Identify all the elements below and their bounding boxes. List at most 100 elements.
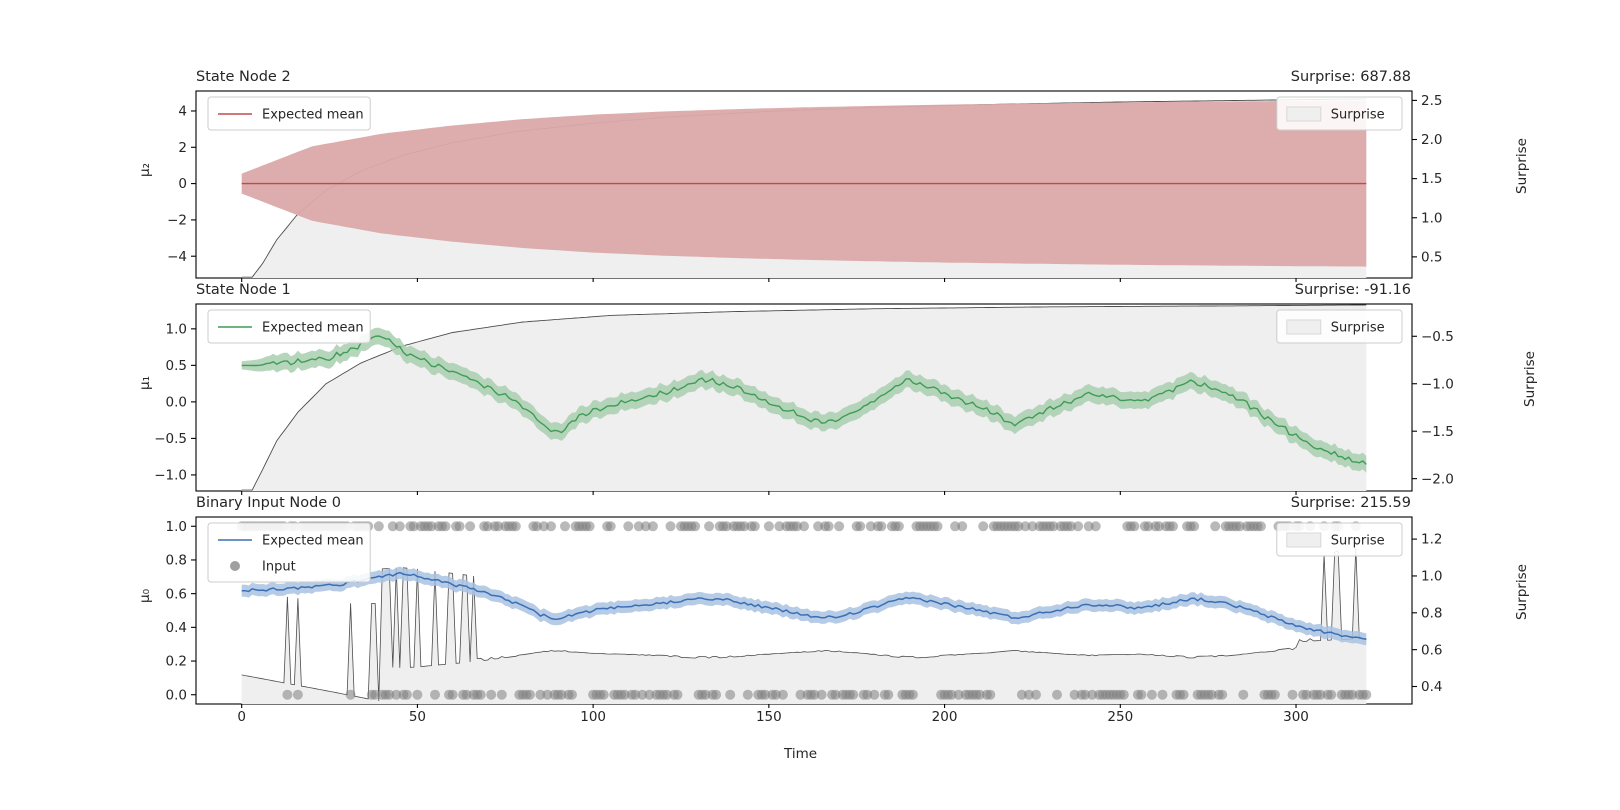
- input-point: [749, 521, 760, 532]
- input-point: [496, 689, 507, 700]
- input-point: [907, 689, 918, 700]
- y-tick-label: 1.0: [166, 321, 187, 337]
- y-tick-label-right: −1.5: [1421, 424, 1454, 440]
- panel-state-node-1: State Node 1 Surprise: -91.16 μ₁ Surpris…: [137, 282, 1538, 498]
- input-point: [584, 521, 595, 532]
- y-tick-label: 1.0: [166, 519, 187, 535]
- input-point: [394, 521, 405, 532]
- y-tick-label: 0.5: [166, 358, 187, 374]
- input-point: [465, 521, 476, 532]
- legend-label: Surprise: [1331, 321, 1385, 336]
- y-tick-label-right: 0.8: [1421, 605, 1442, 621]
- y-tick-label-right: 1.0: [1421, 569, 1442, 585]
- input-point: [985, 689, 996, 700]
- input-point: [373, 521, 384, 532]
- input-point: [1146, 689, 1157, 700]
- y-axis-label-surprise-right-3: Surprise: [1513, 564, 1530, 620]
- legend-patch-swatch: [1286, 319, 1322, 335]
- x-tick-label: 100: [580, 709, 606, 725]
- input-point: [978, 521, 989, 532]
- input-point: [816, 689, 827, 700]
- surprise-area: [241, 304, 1367, 491]
- panel-binary-input-node-0: Binary Input Node 0 Surprise: 215.59 μ₀ …: [137, 495, 1536, 762]
- input-point: [598, 689, 609, 700]
- legend-marker-swatch: [230, 561, 240, 571]
- x-tick-label: 0: [237, 709, 246, 725]
- input-point: [440, 521, 451, 532]
- input-point: [1178, 689, 1189, 700]
- x-tick-label: 250: [1107, 709, 1133, 725]
- input-point: [1255, 521, 1266, 532]
- plot-area-state-node-1: 1.0 0.5 0.0 −0.5 −1.0 −0.5 −1.0 −1.5 −2.0 Expecte…: [154, 303, 1454, 495]
- input-point: [430, 689, 440, 700]
- plot-area-state-node-2: 4 2 0 −2 −4 0.5 1.0 1.5 2.0 2.5 Expected mean Surpr…: [167, 90, 1442, 282]
- input-point: [454, 521, 465, 532]
- input-point: [1361, 689, 1372, 700]
- input-point: [932, 521, 943, 532]
- panel-title-state-node-2: State Node 2: [196, 69, 291, 85]
- input-point: [1031, 689, 1041, 700]
- x-tick-label: 150: [756, 709, 782, 725]
- input-point: [869, 689, 880, 700]
- plot-area-binary-input-node-0: 1.0 0.8 0.6 0.4 0.2 0.0 0.4 0.6 0.8 1.0 1.2 Expecte…: [166, 516, 1442, 708]
- input-point: [345, 689, 356, 700]
- y-axis-label-surprise-right-2: Surprise: [1521, 351, 1538, 407]
- input-point: [412, 689, 423, 700]
- input-point: [711, 689, 722, 700]
- input-point: [893, 521, 904, 532]
- y-tick-label-right: 2.5: [1421, 93, 1442, 109]
- input-point: [763, 521, 774, 532]
- input-point: [1210, 521, 1221, 532]
- input-point: [777, 689, 788, 700]
- input-point: [1217, 689, 1228, 700]
- input-point: [704, 521, 715, 532]
- input-point: [1238, 689, 1249, 700]
- y-axis-label-surprise-right: Surprise: [1513, 138, 1530, 194]
- input-point: [1129, 521, 1140, 532]
- y-tick-label-right: 2.0: [1421, 132, 1442, 148]
- input-point: [1287, 689, 1298, 700]
- input-point: [855, 521, 866, 532]
- y-tick-label: 0.4: [166, 620, 187, 636]
- input-point: [623, 521, 634, 532]
- y-tick-label-right: 1.0: [1421, 210, 1442, 226]
- y-tick-label: 0.6: [166, 586, 187, 602]
- y-tick-label: 0.0: [166, 687, 187, 703]
- input-point: [742, 689, 753, 700]
- panel-surprise-title-state-node-1: Surprise: -91.16: [1294, 282, 1411, 298]
- y-tick-label: −4: [167, 249, 187, 265]
- y-tick-label-right: −2.0: [1421, 471, 1454, 487]
- legend: Surprise: [1276, 309, 1403, 344]
- input-point: [524, 689, 535, 700]
- legend-label: Surprise: [1331, 534, 1385, 549]
- x-axis-state-node-0: 0 50 100 150 200 250 300: [237, 709, 1309, 725]
- input-point: [665, 521, 676, 532]
- legend-patch-swatch: [1286, 532, 1322, 548]
- y-tick-label: −0.5: [154, 431, 187, 447]
- input-point: [475, 689, 486, 700]
- y-tick-label-right: 0.6: [1421, 642, 1442, 658]
- input-point: [486, 689, 497, 700]
- input-point: [1073, 521, 1084, 532]
- legend-patch-swatch: [1286, 106, 1322, 122]
- input-point: [1136, 689, 1147, 700]
- input-point: [1118, 689, 1129, 700]
- y-tick-label: −1.0: [154, 468, 187, 484]
- y-tick-label: 0.2: [166, 654, 187, 670]
- x-tick-label: 300: [1283, 709, 1309, 725]
- x-axis-label-time: Time: [784, 746, 818, 762]
- figure-canvas: State Node 2 Surprise: 687.88 μ₂ Surpris…: [0, 0, 1620, 810]
- input-point: [605, 521, 616, 532]
- y-axis-label-mu0: μ₀: [137, 588, 154, 604]
- y-tick-label-right: 0.4: [1421, 679, 1442, 695]
- input-point: [1052, 689, 1062, 700]
- y-axis-label-mu1: μ₁: [137, 375, 154, 391]
- input-point: [447, 689, 458, 700]
- legend: Surprise: [1276, 522, 1403, 557]
- input-point: [672, 689, 683, 700]
- input-point: [823, 521, 834, 532]
- input-point: [401, 689, 412, 700]
- input-point: [725, 689, 736, 700]
- legend-label: Expected mean: [262, 534, 364, 549]
- input-point: [647, 521, 658, 532]
